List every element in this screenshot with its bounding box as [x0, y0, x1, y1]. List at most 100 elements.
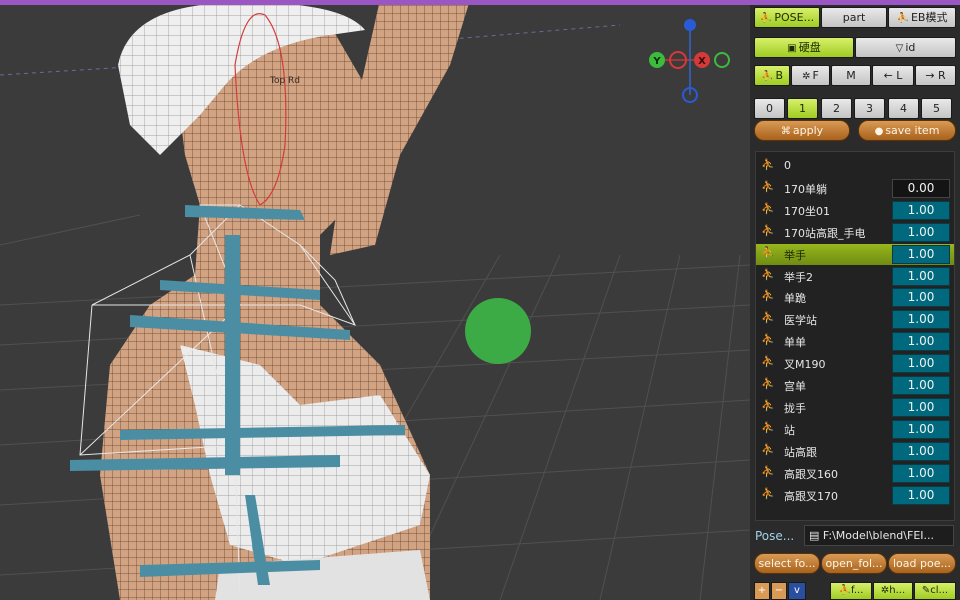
pose-row[interactable]: ⛹ 170单躺 0.00	[756, 178, 954, 199]
gizmo-y-label: Y	[652, 56, 661, 67]
segment-5[interactable]: 5	[921, 98, 952, 119]
pose-row[interactable]: ⛹ 站 1.00	[756, 419, 954, 440]
clear-button[interactable]: ✎cl...	[914, 582, 956, 600]
pose-figure-icon: ⛹	[761, 158, 775, 171]
pose-figure-icon: ⛹	[761, 179, 775, 193]
pose-weight-field[interactable]: 1.00	[892, 332, 950, 352]
pose-row[interactable]: ⛹ 宫单 1.00	[756, 375, 954, 396]
pose-name: 170站高跟_手电	[784, 226, 866, 240]
right-button[interactable]: → R	[915, 65, 956, 86]
butterfly-icon: ⌘	[780, 126, 791, 137]
load-pose-button[interactable]: load poe...	[888, 553, 956, 574]
save-item-button[interactable]: ● save item	[858, 120, 956, 141]
pose-name: 举手	[784, 248, 806, 262]
pose-figure-icon: ⛹	[761, 245, 775, 259]
pose-list[interactable]: ⛹ 0 ⛹ 170单躺 0.00 ⛹ 170坐01 1.00 ⛹ 170站高跟_手电 1.00 ⛹ 举手…	[755, 151, 955, 521]
segment-2-label: 2	[833, 102, 840, 115]
pose-weight-field[interactable]: 1.00	[892, 310, 950, 330]
segment-1[interactable]: 1	[787, 98, 818, 119]
pose-figure-icon: ⛹	[761, 267, 775, 281]
pose-weight-field[interactable]: 1.00	[892, 244, 950, 264]
pose-weight-field[interactable]: 1.00	[892, 419, 950, 439]
open-folder-button[interactable]: open_fol...	[821, 553, 887, 574]
pose-row[interactable]: ⛹ 举手 1.00	[756, 243, 954, 265]
pose-name: 单跪	[784, 292, 806, 306]
open-folder-label: open_fol...	[825, 557, 883, 570]
dropdown-label: v	[794, 585, 800, 596]
pose-name: 高跟叉170	[784, 489, 838, 503]
segment-3-label: 3	[866, 102, 873, 115]
segment-0[interactable]: 0	[754, 98, 785, 119]
m-button[interactable]: M	[831, 65, 871, 86]
pose-figure-button[interactable]: ⛹f...	[830, 582, 872, 600]
disk-button[interactable]: ▣ 硬盘	[754, 37, 854, 58]
left-button[interactable]: ← L	[872, 65, 914, 86]
pose-figure-icon: ⛹	[761, 355, 775, 369]
pose-name: 医学站	[784, 314, 817, 328]
pose-weight-field[interactable]: 1.00	[892, 266, 950, 286]
pose-weight-field[interactable]: 1.00	[892, 397, 950, 417]
pose-row[interactable]: ⛹ 举手2 1.00	[756, 266, 954, 287]
tab-pose[interactable]: ⛹ POSE...	[754, 7, 820, 28]
pose-row[interactable]: ⛹ 170站高跟_手电 1.00	[756, 222, 954, 243]
orientation-gizmo[interactable]: Y X	[649, 19, 730, 103]
segment-3[interactable]: 3	[854, 98, 885, 119]
dropdown-button[interactable]: v	[788, 582, 806, 600]
f-button[interactable]: ✲ F	[791, 65, 830, 86]
tab-eb-mode[interactable]: ⛹ EB模式	[888, 7, 956, 28]
remove-button[interactable]: −	[771, 582, 787, 600]
id-filter-label: id	[905, 41, 916, 54]
filter-triangle-icon: ▽	[895, 43, 904, 54]
segment-2[interactable]: 2	[821, 98, 852, 119]
pose-weight-field[interactable]: 1.00	[892, 222, 950, 242]
hand-button[interactable]: ✲h...	[873, 582, 913, 600]
pose-weight-field[interactable]: 1.00	[892, 441, 950, 461]
segment-4-label: 4	[900, 102, 907, 115]
tab-part-label: part	[842, 11, 866, 24]
pose-figure-icon: ⛹	[761, 442, 775, 456]
pose-figure-icon: ⛹	[761, 398, 775, 412]
tab-part[interactable]: part	[821, 7, 887, 28]
pose-row[interactable]: ⛹ 单跪 1.00	[756, 287, 954, 308]
apply-button[interactable]: ⌘ apply	[754, 120, 850, 141]
tab-pose-label: POSE...	[774, 11, 815, 24]
pose-name: 举手2	[784, 270, 813, 284]
apply-button-label: apply	[792, 124, 824, 137]
gizmo-y-neg-dot[interactable]	[714, 52, 730, 68]
gizmo-x-label: X	[698, 56, 706, 67]
pose-name: 高跟叉160	[784, 467, 838, 481]
3d-viewport[interactable]: Top Rd Y X	[0, 5, 750, 600]
pose-weight-field[interactable]: 1.00	[892, 463, 950, 483]
dot-icon: ●	[874, 126, 884, 137]
pose-figure-icon: ⛹	[759, 13, 773, 24]
pose-weight-field[interactable]: 1.00	[892, 200, 950, 220]
pose-row[interactable]: ⛹ 170坐01 1.00	[756, 200, 954, 221]
pose-row[interactable]: ⛹ 高跟叉160 1.00	[756, 463, 954, 484]
pose-weight-field[interactable]: 1.00	[892, 288, 950, 308]
pose-weight-field[interactable]: 1.00	[892, 376, 950, 395]
pose-row[interactable]: ⛹ 医学站 1.00	[756, 309, 954, 330]
load-pose-label: load poe...	[893, 557, 951, 570]
path-field[interactable]: ▤ F:\Model\blend\FEI...	[804, 525, 954, 546]
pose-row[interactable]: ⛹ 高跟叉170 1.00	[756, 485, 954, 506]
id-filter-button[interactable]: ▽ id	[855, 37, 956, 58]
pose-weight-field[interactable]: 1.00	[892, 485, 950, 505]
select-folder-button[interactable]: select fo...	[754, 553, 820, 574]
b-button[interactable]: ⛹ B	[754, 65, 790, 86]
gizmo-z-neg-dot[interactable]	[684, 19, 696, 31]
select-folder-label: select fo...	[758, 557, 816, 570]
pose-figure-icon: ⛹	[761, 464, 775, 478]
green-marker[interactable]	[465, 298, 531, 364]
add-button[interactable]: +	[754, 582, 770, 600]
pose-row[interactable]: ⛹ 拢手 1.00	[756, 397, 954, 418]
pose-figure-icon: ⛹	[896, 13, 909, 24]
pose-row[interactable]: ⛹ 叉M190 1.00	[756, 353, 954, 374]
segment-4[interactable]: 4	[888, 98, 919, 119]
pose-row[interactable]: ⛹ 单单 1.00	[756, 331, 954, 352]
pose-weight-field[interactable]: 1.00	[892, 354, 950, 374]
pose-name: 0	[784, 159, 791, 172]
pose-row[interactable]: ⛹ 0	[756, 156, 954, 177]
pose-row[interactable]: ⛹ 站高跟 1.00	[756, 441, 954, 462]
pose-name: 170坐01	[784, 204, 830, 218]
pose-weight-field[interactable]: 0.00	[892, 178, 950, 198]
